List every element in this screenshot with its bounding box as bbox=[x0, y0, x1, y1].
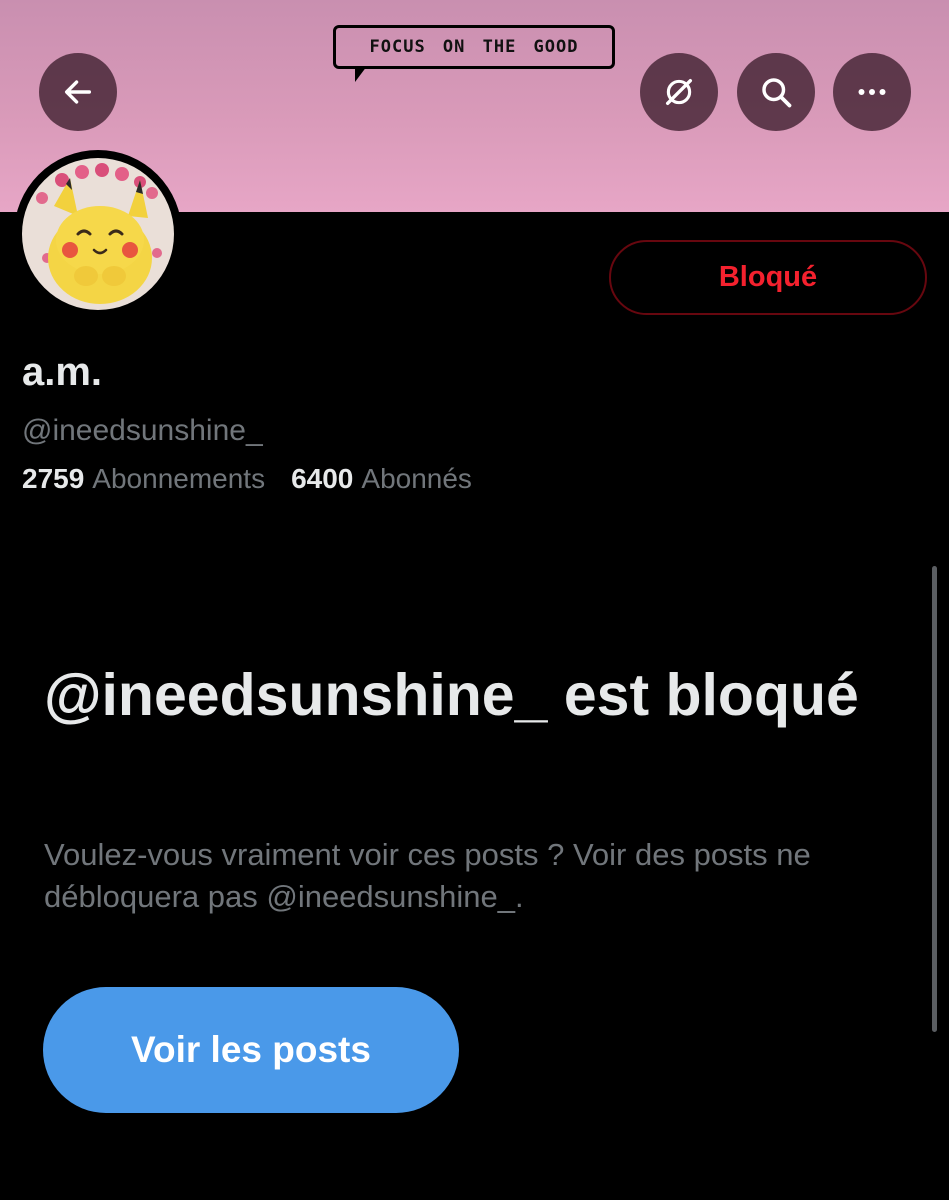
pikachu-avatar bbox=[22, 158, 174, 310]
blocked-description: Voulez-vous vraiment voir ces posts ? Vo… bbox=[44, 837, 811, 914]
followers-count: 6400 bbox=[291, 463, 354, 494]
search-icon bbox=[762, 78, 792, 108]
back-button[interactable] bbox=[39, 53, 117, 131]
speech-bubble: FOCUS ON THE GOOD bbox=[333, 25, 615, 69]
blocked-button[interactable]: Bloqué bbox=[609, 240, 927, 315]
view-posts-button[interactable]: Voir les posts bbox=[43, 987, 459, 1113]
follow-stats: 2759 Abonnements 6400 Abonnés bbox=[22, 463, 472, 495]
profile-handle: @ineedsunshine_ bbox=[22, 414, 263, 447]
display-name: a.m. bbox=[22, 350, 103, 394]
speech-bubble-tail bbox=[355, 66, 367, 82]
speech-bubble-text: FOCUS ON THE GOOD bbox=[369, 37, 579, 57]
blocked-title: @ineedsunshine_ est bloqué bbox=[44, 662, 859, 728]
grok-icon bbox=[665, 78, 693, 106]
avatar-frame bbox=[14, 150, 182, 318]
scrollbar[interactable] bbox=[932, 566, 937, 1032]
following-count: 2759 bbox=[22, 463, 85, 494]
following-label: Abonnements bbox=[92, 463, 266, 494]
arrow-left-icon bbox=[64, 80, 92, 104]
search-button[interactable] bbox=[737, 53, 815, 131]
grok-button[interactable] bbox=[640, 53, 718, 131]
more-horizontal-icon bbox=[858, 89, 886, 95]
followers-link[interactable]: 6400 Abonnés bbox=[291, 463, 472, 495]
following-link[interactable]: 2759 Abonnements bbox=[22, 463, 265, 495]
more-button[interactable] bbox=[833, 53, 911, 131]
followers-label: Abonnés bbox=[361, 463, 472, 494]
avatar[interactable] bbox=[22, 158, 174, 310]
